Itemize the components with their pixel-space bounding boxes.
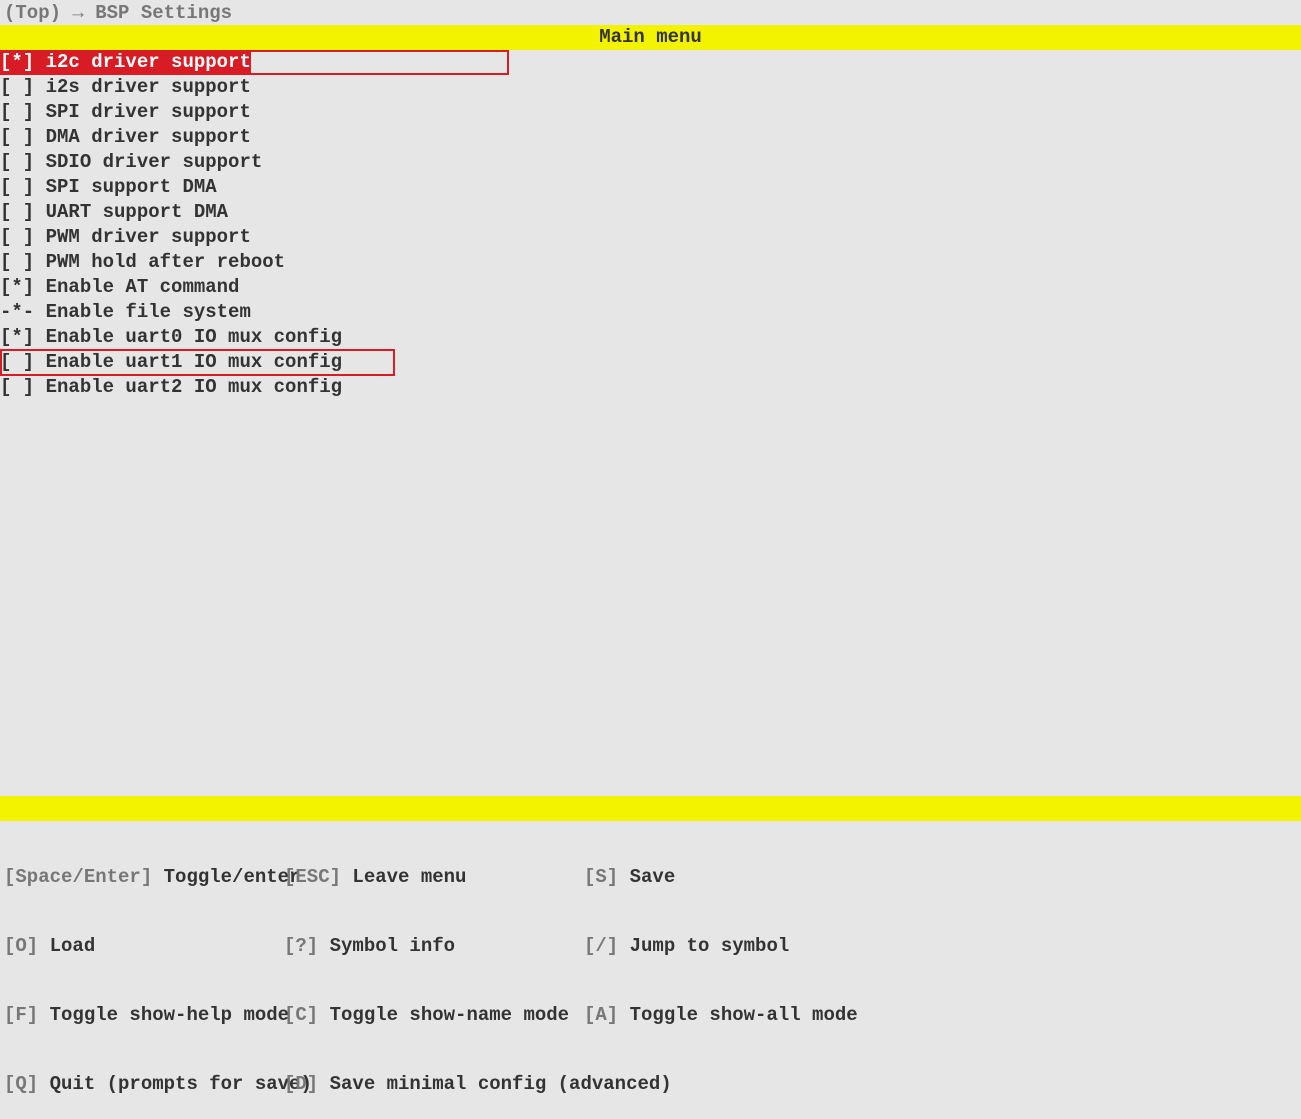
footer-key: [F] [4, 1004, 38, 1026]
footer-row: [F] Toggle show-help mode [C] Toggle sho… [4, 1003, 1297, 1028]
menu-item-sdio-driver-support[interactable]: [ ] SDIO driver support [0, 150, 1301, 175]
menu-item-label: Enable file system [34, 300, 251, 325]
menu-item-enable-uart1-io-mux[interactable]: [ ] Enable uart1 IO mux config [0, 350, 1301, 375]
footer-action: Toggle show-name mode [318, 1004, 569, 1026]
breadcrumb: (Top) → BSP Settings [0, 0, 1301, 25]
footer-action: Toggle show-help mode [38, 1004, 289, 1026]
menu-item-indicator: [ ] [0, 350, 34, 375]
menu-item-dma-driver-support[interactable]: [ ] DMA driver support [0, 125, 1301, 150]
footer-key: [C] [284, 1004, 318, 1026]
menu-item-indicator: [*] [0, 325, 34, 350]
menu-item-label: Enable uart2 IO mux config [34, 375, 342, 400]
menu-item-label: i2c driver support [34, 50, 251, 75]
footer-key: [O] [4, 935, 38, 957]
footer-action: Symbol info [318, 935, 455, 957]
footer-action: Save [618, 866, 675, 888]
menu-item-indicator: [ ] [0, 250, 34, 275]
menu-item-indicator: [ ] [0, 100, 34, 125]
menu-item-indicator: [*] [0, 50, 34, 75]
menu-item-label: Enable AT command [34, 275, 239, 300]
menu-item-indicator: [ ] [0, 125, 34, 150]
menu-item-uart-support-dma[interactable]: [ ] UART support DMA [0, 200, 1301, 225]
menu-item-enable-file-system[interactable]: -*- Enable file system [0, 300, 1301, 325]
menu-item-label: DMA driver support [34, 125, 251, 150]
menu-item-spi-driver-support[interactable]: [ ] SPI driver support [0, 100, 1301, 125]
menu-item-label: SPI driver support [34, 100, 251, 125]
menu-item-label: i2s driver support [34, 75, 251, 100]
menu-item-indicator: [ ] [0, 75, 34, 100]
menu-item-indicator: [ ] [0, 175, 34, 200]
menu-item-indicator: -*- [0, 300, 34, 325]
menu-item-enable-uart2-io-mux[interactable]: [ ] Enable uart2 IO mux config [0, 375, 1301, 400]
menu-list: [*] i2c driver support [ ] i2s driver su… [0, 50, 1301, 400]
menu-item-pwm-driver-support[interactable]: [ ] PWM driver support [0, 225, 1301, 250]
footer-row: [Q] Quit (prompts for save) [D] Save min… [4, 1072, 1297, 1097]
footer-action: Toggle show-all mode [618, 1004, 857, 1026]
menu-item-i2s-driver-support[interactable]: [ ] i2s driver support [0, 75, 1301, 100]
footer-action: Toggle/enter [152, 866, 300, 888]
menu-item-label: Enable uart1 IO mux config [34, 350, 342, 375]
footer-key: [Q] [4, 1073, 38, 1095]
menu-item-indicator: [*] [0, 275, 34, 300]
menu-item-spi-support-dma[interactable]: [ ] SPI support DMA [0, 175, 1301, 200]
footer-key: [Space/Enter] [4, 866, 152, 888]
menu-item-enable-uart0-io-mux[interactable]: [*] Enable uart0 IO mux config [0, 325, 1301, 350]
footer-key: [?] [284, 935, 318, 957]
menu-item-indicator: [ ] [0, 225, 34, 250]
menu-item-enable-at-command[interactable]: [*] Enable AT command [0, 275, 1301, 300]
title-bar: Main menu [0, 25, 1301, 50]
menu-item-pwm-hold-after-reboot[interactable]: [ ] PWM hold after reboot [0, 250, 1301, 275]
footer-action: Jump to symbol [618, 935, 789, 957]
menu-item-label: SPI support DMA [34, 175, 216, 200]
separator-bar [0, 796, 1301, 821]
menu-item-label: UART support DMA [34, 200, 228, 225]
footer-key: [S] [584, 866, 618, 888]
footer-action: Load [38, 935, 95, 957]
footer-key: [ESC] [284, 866, 341, 888]
menu-item-label: SDIO driver support [34, 150, 262, 175]
footer-help: [Space/Enter] Toggle/enter [ESC] Leave m… [0, 821, 1301, 921]
footer-key: [A] [584, 1004, 618, 1026]
menu-item-label: PWM hold after reboot [34, 250, 285, 275]
menu-item-i2c-driver-support[interactable]: [*] i2c driver support [0, 50, 1301, 75]
footer-key: [D] [284, 1073, 318, 1095]
footer-key: [/] [584, 935, 618, 957]
menu-item-indicator: [ ] [0, 200, 34, 225]
menu-item-label: Enable uart0 IO mux config [34, 325, 342, 350]
footer-row: [O] Load [?] Symbol info [/] Jump to sym… [4, 934, 1297, 959]
footer-action: Quit (prompts for save) [38, 1073, 312, 1095]
menu-item-indicator: [ ] [0, 375, 34, 400]
menu-item-indicator: [ ] [0, 150, 34, 175]
footer-action: Leave menu [341, 866, 466, 888]
footer-row: [Space/Enter] Toggle/enter [ESC] Leave m… [4, 865, 1297, 890]
menu-item-label: PWM driver support [34, 225, 251, 250]
